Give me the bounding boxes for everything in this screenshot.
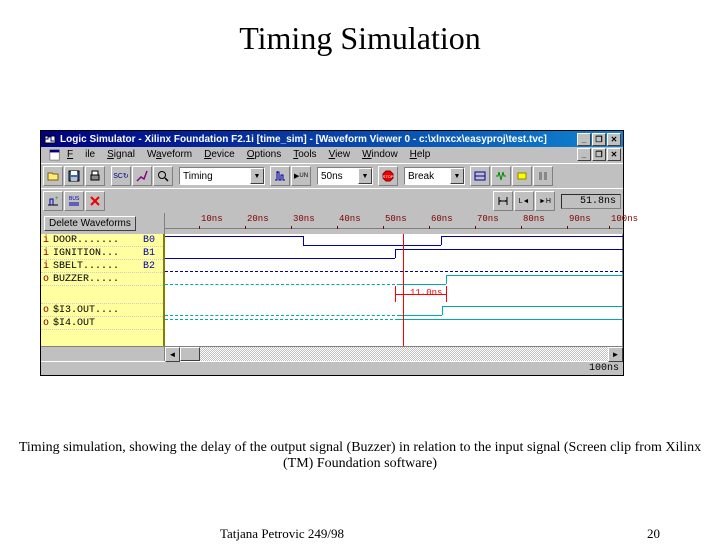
stop-button[interactable]: STOP xyxy=(378,166,398,186)
time-ruler[interactable]: 10ns 20ns 30ns 40ns 50ns 60ns 70ns 80ns … xyxy=(165,213,623,229)
signal-list: iDOOR.......B0 iIGNITION...B1 iSBELT....… xyxy=(41,234,165,346)
add-signal-button[interactable]: + xyxy=(43,191,63,211)
slide-title: Timing Simulation xyxy=(0,20,720,57)
scroll-right-button[interactable]: ► xyxy=(608,347,623,362)
print-button[interactable] xyxy=(85,166,105,186)
delete-waveforms-button[interactable]: Delete Waveforms xyxy=(44,216,136,231)
tool-btn-c[interactable] xyxy=(512,166,532,186)
scrollbar-horizontal[interactable]: ◄ ► xyxy=(41,346,623,361)
ruler-tick: 30ns xyxy=(293,214,315,224)
mode-dropdown[interactable]: ▼ xyxy=(179,167,265,185)
slide-caption: Timing simulation, showing the delay of … xyxy=(0,440,720,472)
mdi-restore-button[interactable]: ❐ xyxy=(592,148,606,161)
measure-span xyxy=(395,294,446,295)
open-button[interactable] xyxy=(43,166,63,186)
wave-header: Delete Waveforms 10ns 20ns 30ns 40ns 50n… xyxy=(41,213,623,234)
bus-button[interactable]: BUS xyxy=(64,191,84,211)
menu-options[interactable]: Options xyxy=(241,148,287,162)
signal-row-door[interactable]: iDOOR.......B0 xyxy=(41,234,163,247)
close-button[interactable]: ✕ xyxy=(607,133,621,146)
signal-row-ignition[interactable]: iIGNITION...B1 xyxy=(41,247,163,260)
dropdown-arrow-icon[interactable]: ▼ xyxy=(358,168,372,184)
dropdown-arrow-icon[interactable]: ▼ xyxy=(250,168,264,184)
delete-signal-button[interactable] xyxy=(85,191,105,211)
logic-simulator-window: Logic Simulator - Xilinx Foundation F2.1… xyxy=(40,130,624,376)
minimize-button[interactable]: _ xyxy=(577,133,591,146)
menu-tools[interactable]: Tools xyxy=(287,148,322,162)
waveform-canvas[interactable]: 11.0ns xyxy=(165,234,623,346)
ruler-tick: 40ns xyxy=(339,214,361,224)
menu-file[interactable]: File xyxy=(61,148,101,162)
break-field[interactable] xyxy=(405,170,450,183)
step-dropdown[interactable]: ▼ xyxy=(317,167,373,185)
time-display: 51.8ns xyxy=(561,194,621,209)
delta-label: 11.0ns xyxy=(409,288,443,298)
doc-icon xyxy=(43,148,59,162)
probe-button[interactable] xyxy=(132,166,152,186)
zoom-button[interactable] xyxy=(153,166,173,186)
tool-btn-d[interactable] xyxy=(533,166,553,186)
cursor-right-button[interactable]: ►H xyxy=(535,191,555,211)
status-time: 100ns xyxy=(589,363,619,374)
svg-text:+: + xyxy=(55,196,59,202)
svg-text:STOP: STOP xyxy=(383,174,394,179)
ruler-tick: 80ns xyxy=(523,214,545,224)
status-bar: 100ns xyxy=(41,361,623,375)
tool-btn-a[interactable] xyxy=(470,166,490,186)
ruler-tick: 60ns xyxy=(431,214,453,224)
toolbar-wave: + BUS L◄ ►H 51.8ns xyxy=(41,188,623,213)
menu-window[interactable]: Window xyxy=(356,148,404,162)
ruler-tick: 20ns xyxy=(247,214,269,224)
measure-button[interactable] xyxy=(493,191,513,211)
restart-button[interactable]: SC↻ xyxy=(111,166,131,186)
break-dropdown[interactable]: ▼ xyxy=(404,167,465,185)
step-field[interactable] xyxy=(318,170,358,183)
signal-row-i3out[interactable]: o$I3.OUT.... xyxy=(41,304,163,317)
app-icon xyxy=(43,132,57,146)
menu-waveform[interactable]: Waveform xyxy=(141,148,198,162)
cursor-left-button[interactable]: L◄ xyxy=(514,191,534,211)
mdi-minimize-button[interactable]: _ xyxy=(577,148,591,161)
save-button[interactable] xyxy=(64,166,84,186)
menu-device[interactable]: Device xyxy=(198,148,241,162)
menu-signal[interactable]: Signal xyxy=(101,148,141,162)
ruler-tick: 100ns xyxy=(611,214,638,224)
scroll-left-button[interactable]: ◄ xyxy=(165,347,180,362)
dropdown-arrow-icon[interactable]: ▼ xyxy=(450,168,464,184)
step-button[interactable] xyxy=(270,166,290,186)
svg-text:BUS: BUS xyxy=(69,196,80,202)
cursor-marker[interactable] xyxy=(403,234,404,346)
ruler-tick: 10ns xyxy=(201,214,223,224)
mode-field[interactable] xyxy=(180,170,250,183)
tool-btn-b[interactable] xyxy=(491,166,511,186)
measure-end xyxy=(446,286,447,302)
scroll-track[interactable] xyxy=(180,347,608,361)
ruler-tick: 70ns xyxy=(477,214,499,224)
signal-row-buzzer[interactable]: oBUZZER..... xyxy=(41,273,163,286)
window-title: Logic Simulator - Xilinx Foundation F2.1… xyxy=(60,134,577,145)
signal-row-i4out[interactable]: o$I4.OUT xyxy=(41,317,163,330)
menu-view[interactable]: View xyxy=(323,148,357,162)
toolbar-main: SC↻ ▼ ▶UN ▼ STOP ▼ xyxy=(41,163,623,188)
run-button[interactable]: ▶UN xyxy=(291,166,311,186)
waveform-area: iDOOR.......B0 iIGNITION...B1 iSBELT....… xyxy=(41,234,623,346)
menu-help[interactable]: Help xyxy=(404,148,437,162)
signal-row-sbelt[interactable]: iSBELT......B2 xyxy=(41,260,163,273)
scroll-thumb[interactable] xyxy=(180,347,200,361)
titlebar: Logic Simulator - Xilinx Foundation F2.1… xyxy=(41,131,623,147)
ruler-tick: 90ns xyxy=(569,214,591,224)
maximize-button[interactable]: ❐ xyxy=(592,133,606,146)
mdi-close-button[interactable]: ✕ xyxy=(607,148,621,161)
signal-gap xyxy=(41,286,163,304)
ruler-tick: 50ns xyxy=(385,214,407,224)
signal-spacer xyxy=(41,330,163,345)
menubar: File Signal Waveform Device Options Tool… xyxy=(41,147,623,163)
